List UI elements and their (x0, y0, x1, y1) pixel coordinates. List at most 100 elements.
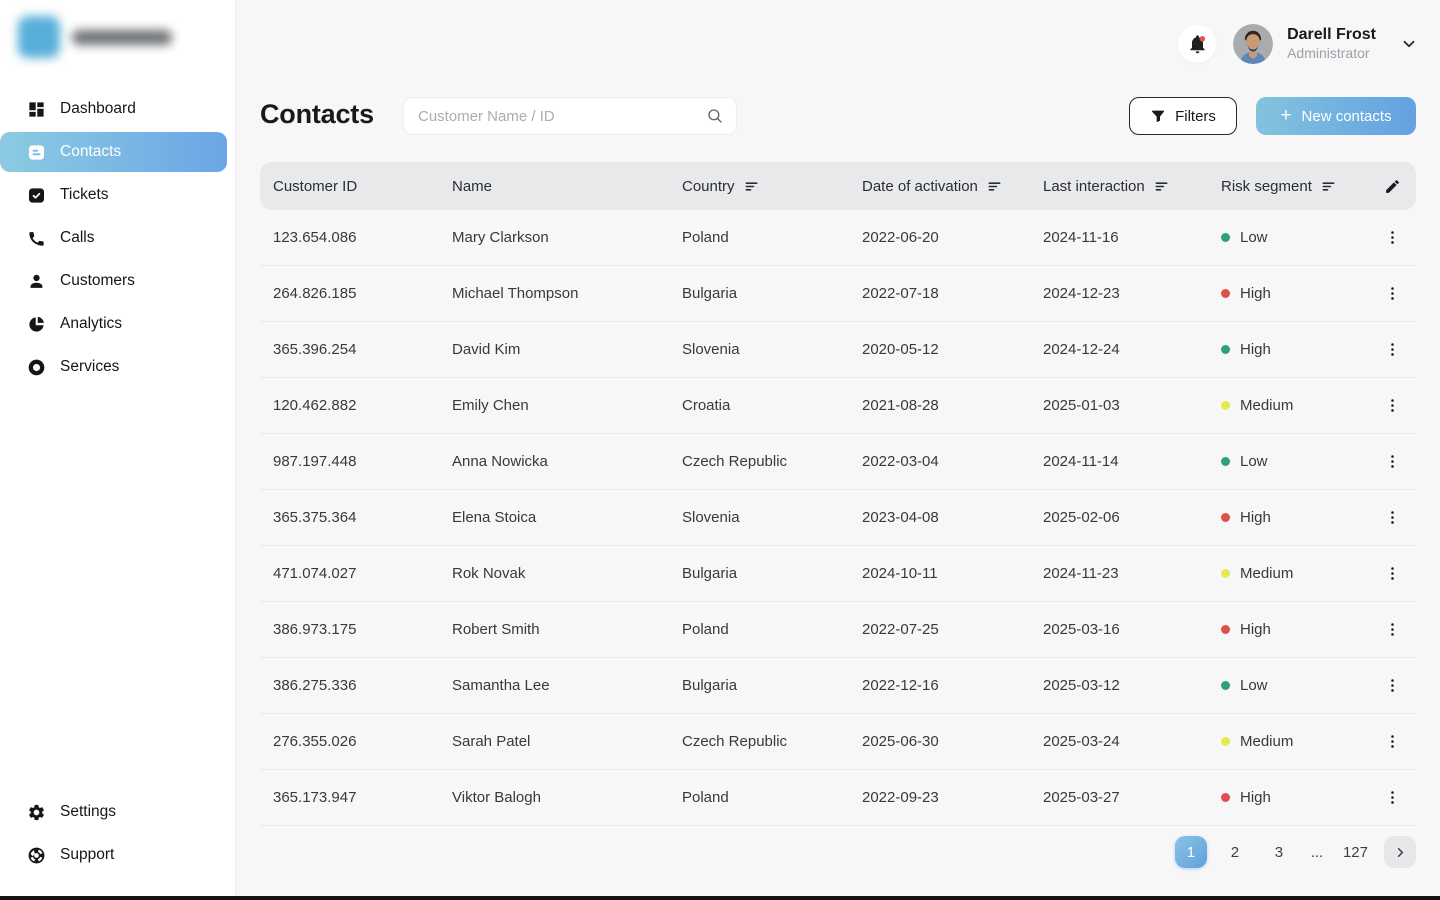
customers-icon (27, 272, 46, 291)
cell-customer-id: 123.654.086 (260, 229, 440, 246)
row-menu-button[interactable] (1380, 673, 1405, 698)
row-menu-button[interactable] (1380, 337, 1405, 362)
cell-customer-id: 264.826.185 (260, 285, 440, 302)
row-menu-button[interactable] (1380, 505, 1405, 530)
cell-risk-segment: High (1209, 789, 1369, 806)
cell-country: Poland (670, 789, 850, 806)
new-contacts-label: New contacts (1302, 108, 1392, 125)
risk-dot (1221, 289, 1230, 298)
kebab-icon (1384, 677, 1401, 694)
risk-dot (1221, 681, 1230, 690)
kebab-icon (1384, 621, 1401, 638)
row-menu-button[interactable] (1380, 225, 1405, 250)
cell-activation-date: 2022-06-20 (850, 229, 1031, 246)
user-avatar[interactable] (1233, 24, 1273, 64)
sidebar-footer-nav: Settings Support (0, 792, 235, 878)
cell-customer-id: 365.173.947 (260, 789, 440, 806)
sidebar-item-services[interactable]: Services (0, 347, 235, 387)
pagination-ellipsis: ... (1307, 844, 1327, 861)
contacts-icon (27, 143, 46, 162)
sidebar-item-label: Customers (60, 272, 135, 290)
page-button-2[interactable]: 2 (1219, 836, 1251, 868)
notification-badge (1199, 36, 1205, 42)
search-input[interactable] (418, 108, 706, 125)
calls-icon (27, 229, 46, 248)
sidebar-item-label: Analytics (60, 315, 122, 333)
table-row: 264.826.185 Michael Thompson Bulgaria 20… (260, 266, 1416, 322)
cell-last-interaction: 2024-12-24 (1031, 341, 1209, 358)
risk-label: High (1240, 789, 1271, 806)
sort-icon[interactable] (1321, 179, 1336, 194)
sidebar-item-tickets[interactable]: Tickets (0, 175, 235, 215)
pencil-icon (1384, 178, 1401, 195)
sort-icon[interactable] (1154, 179, 1169, 194)
sidebar-item-analytics[interactable]: Analytics (0, 304, 235, 344)
chevron-down-icon (1400, 35, 1418, 53)
cell-last-interaction: 2025-03-27 (1031, 789, 1209, 806)
risk-label: High (1240, 621, 1271, 638)
sort-icon[interactable] (744, 179, 759, 194)
user-menu-chevron[interactable] (1400, 35, 1418, 53)
cell-risk-segment: Medium (1209, 733, 1369, 750)
sidebar-item-dashboard[interactable]: Dashboard (0, 89, 235, 129)
sidebar-item-label: Dashboard (60, 100, 136, 118)
page-button-3[interactable]: 3 (1263, 836, 1295, 868)
col-date-of-activation: Date of activation (850, 178, 1031, 195)
cell-customer-id: 276.355.026 (260, 733, 440, 750)
page-button-1[interactable]: 1 (1175, 836, 1207, 868)
row-menu-button[interactable] (1380, 561, 1405, 586)
page-title: Contacts (260, 99, 374, 130)
edit-columns-button[interactable] (1382, 176, 1403, 197)
analytics-icon (27, 315, 46, 334)
cell-activation-date: 2020-05-12 (850, 341, 1031, 358)
sort-icon[interactable] (987, 179, 1002, 194)
sidebar-item-contacts[interactable]: Contacts (0, 132, 227, 172)
table-header: Customer ID Name Country Date of activat… (260, 162, 1416, 210)
cell-name: Samantha Lee (440, 677, 670, 694)
sidebar-item-settings[interactable]: Settings (0, 792, 235, 832)
filters-label: Filters (1175, 108, 1216, 125)
notifications-button[interactable] (1178, 25, 1216, 63)
filters-button[interactable]: Filters (1129, 97, 1237, 135)
row-menu-button[interactable] (1380, 729, 1405, 754)
sidebar-item-support[interactable]: Support (0, 835, 235, 875)
search-box (403, 97, 737, 135)
row-menu-button[interactable] (1380, 617, 1405, 642)
sidebar-item-label: Calls (60, 229, 94, 247)
risk-dot (1221, 457, 1230, 466)
cell-activation-date: 2022-03-04 (850, 453, 1031, 470)
row-menu-button[interactable] (1380, 785, 1405, 810)
col-edit (1369, 176, 1416, 197)
table-row: 386.973.175 Robert Smith Poland 2022-07-… (260, 602, 1416, 658)
cell-name: Emily Chen (440, 397, 670, 414)
cell-activation-date: 2021-08-28 (850, 397, 1031, 414)
sidebar-item-customers[interactable]: Customers (0, 261, 235, 301)
cell-risk-segment: High (1209, 341, 1369, 358)
row-menu-button[interactable] (1380, 393, 1405, 418)
col-name: Name (440, 178, 670, 195)
sidebar: Dashboard Contacts Tickets Calls Custome… (0, 0, 236, 900)
cell-activation-date: 2022-09-23 (850, 789, 1031, 806)
cell-name: Viktor Balogh (440, 789, 670, 806)
row-menu-button[interactable] (1380, 449, 1405, 474)
kebab-icon (1384, 229, 1401, 246)
cell-activation-date: 2024-10-11 (850, 565, 1031, 582)
cell-last-interaction: 2025-03-24 (1031, 733, 1209, 750)
table-body: 123.654.086 Mary Clarkson Poland 2022-06… (260, 210, 1416, 826)
user-info[interactable]: Darell Frost Administrator (1287, 25, 1376, 63)
settings-icon (27, 803, 46, 822)
col-customer-id: Customer ID (260, 178, 440, 195)
cell-country: Poland (670, 621, 850, 638)
col-country: Country (670, 178, 850, 195)
page-button-127[interactable]: 127 (1339, 836, 1372, 868)
row-menu-button[interactable] (1380, 281, 1405, 306)
cell-risk-segment: Low (1209, 677, 1369, 694)
services-icon (27, 358, 46, 377)
cell-customer-id: 365.375.364 (260, 509, 440, 526)
cell-last-interaction: 2025-03-12 (1031, 677, 1209, 694)
next-page-button[interactable] (1384, 836, 1416, 868)
sidebar-item-calls[interactable]: Calls (0, 218, 235, 258)
new-contacts-button[interactable]: + New contacts (1256, 97, 1416, 135)
chevron-right-icon (1393, 845, 1408, 860)
kebab-icon (1384, 509, 1401, 526)
